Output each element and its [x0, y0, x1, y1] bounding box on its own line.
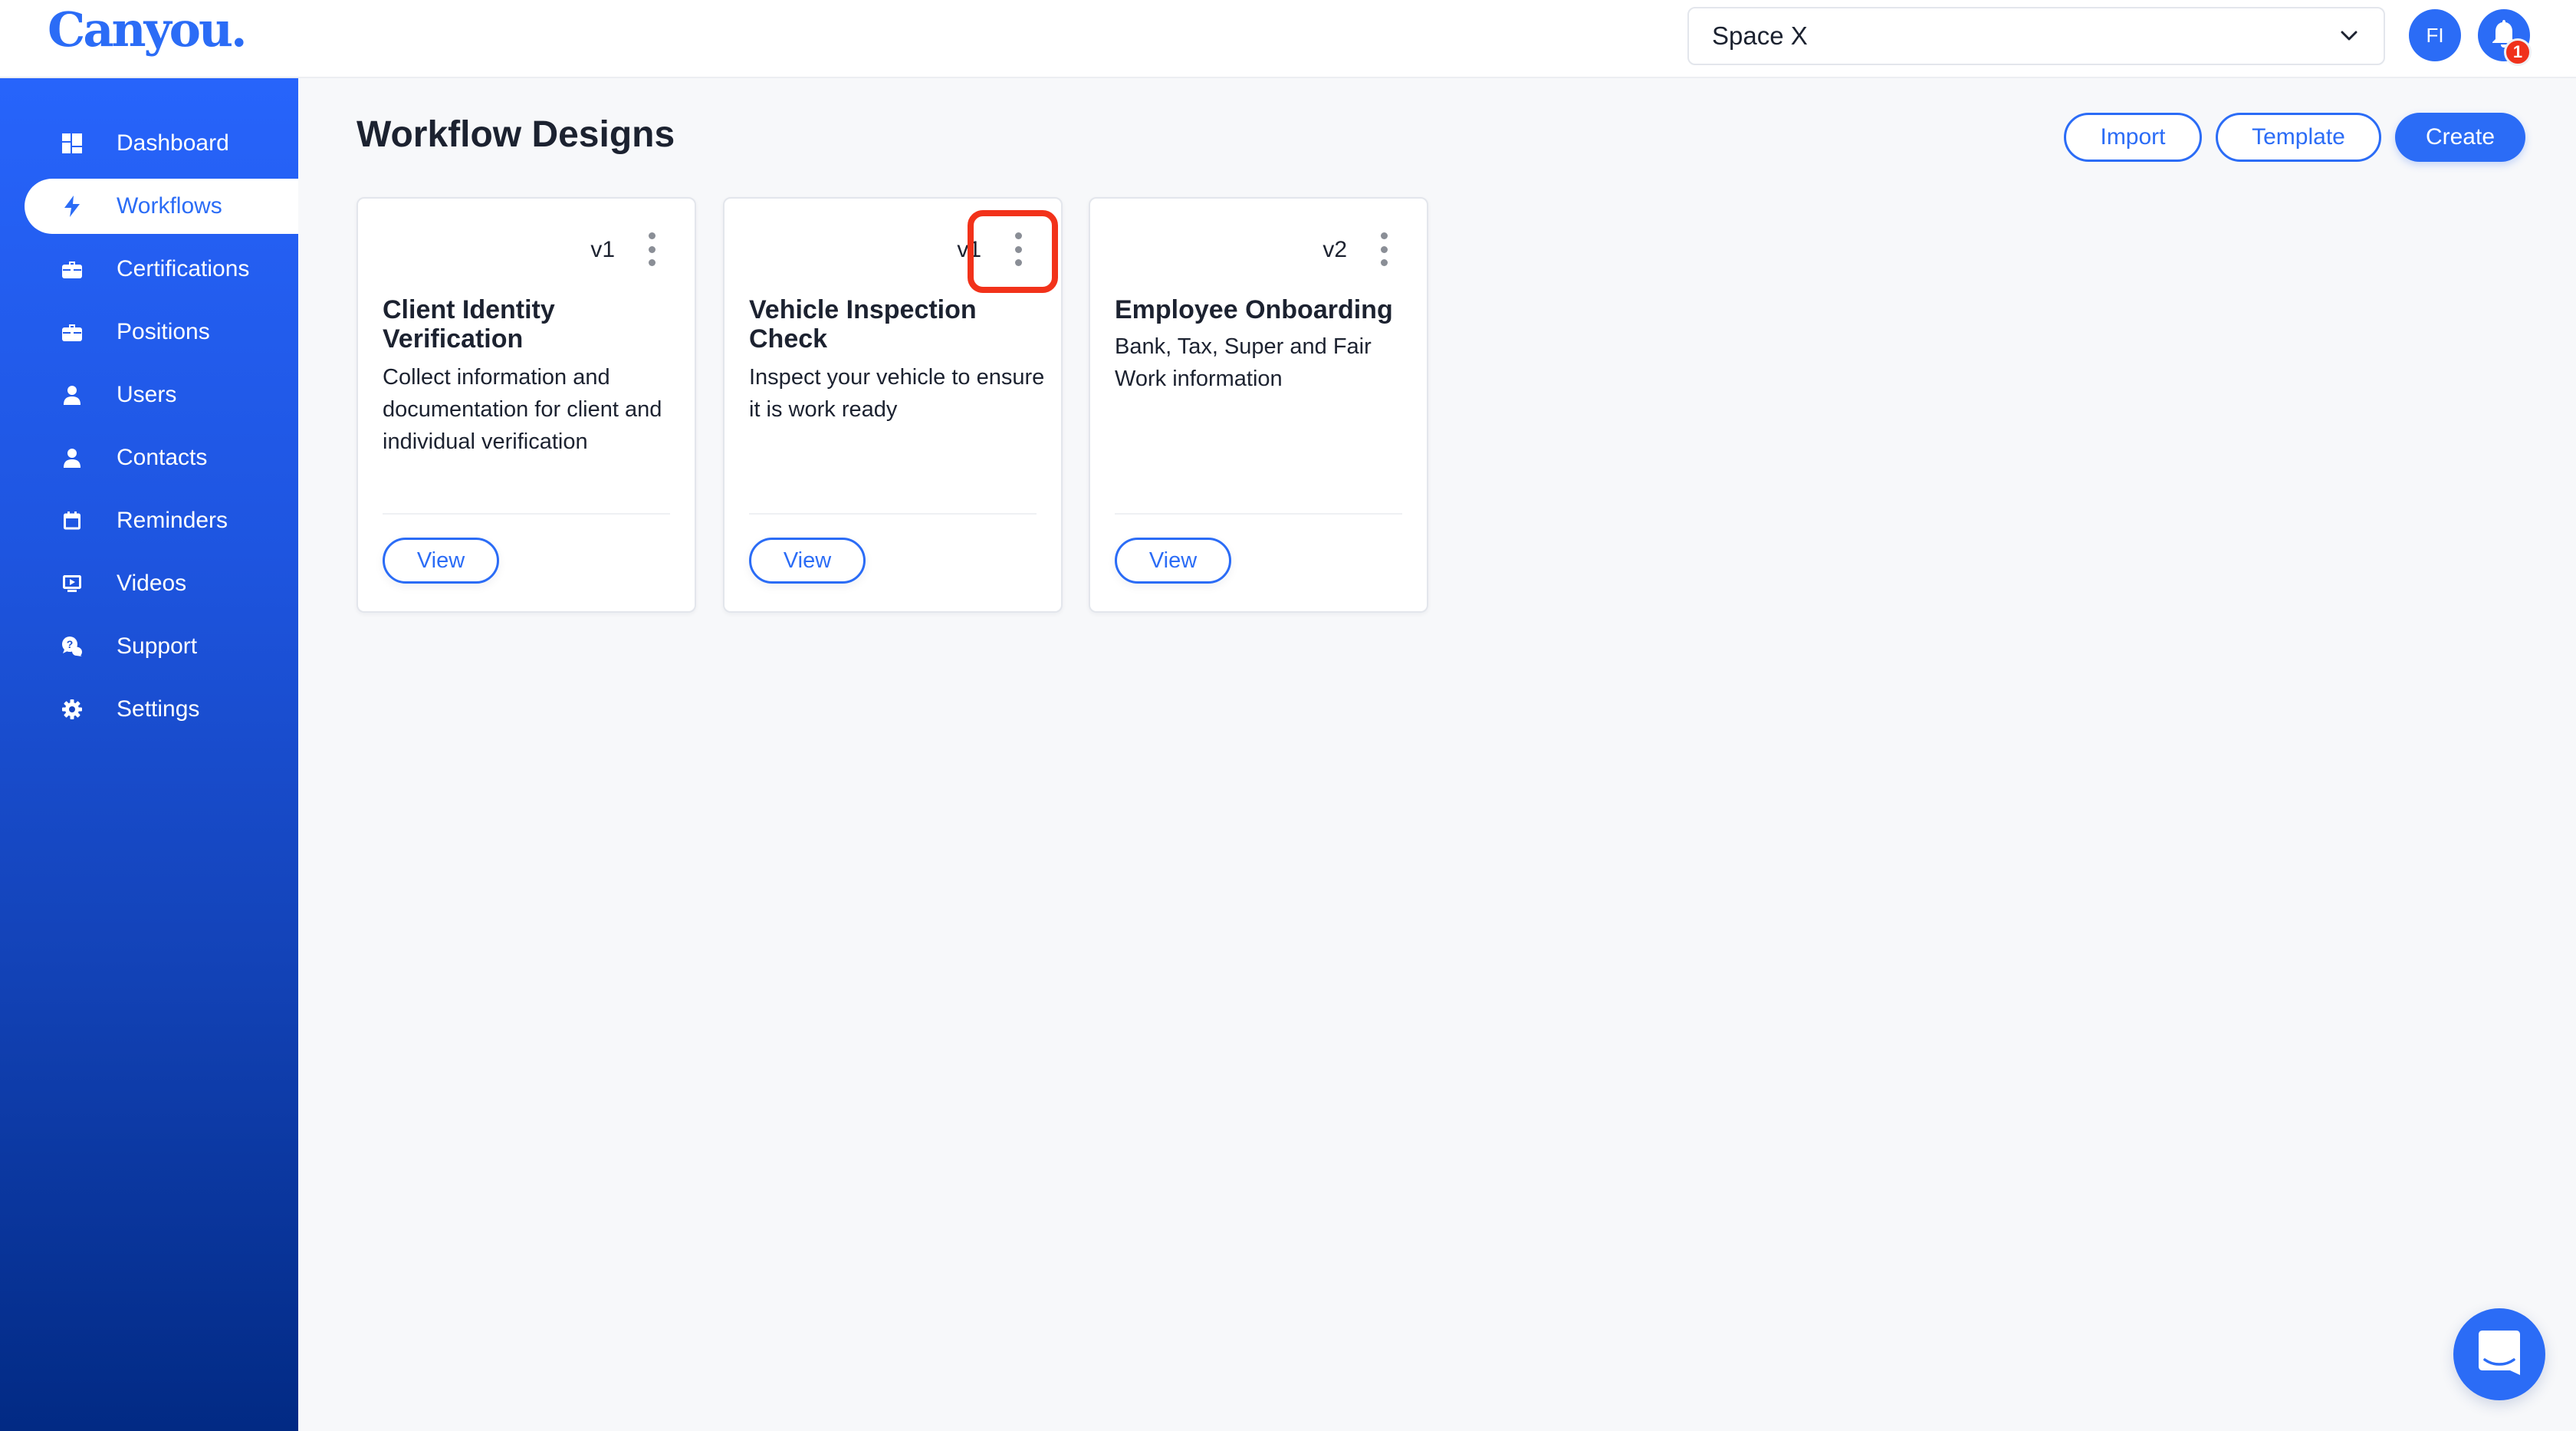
space-select-value: Space X: [1712, 21, 1808, 50]
sidebar-item-positions[interactable]: Positions: [25, 304, 298, 360]
sidebar: Dashboard Workflows Certifications Posit…: [0, 78, 298, 1431]
sidebar-item-label: Dashboard: [117, 130, 229, 156]
user-avatar[interactable]: FI: [2409, 9, 2461, 61]
sidebar-item-contacts[interactable]: Contacts: [25, 430, 298, 485]
import-button[interactable]: Import: [2064, 113, 2202, 162]
space-select-dropdown[interactable]: Space X: [1687, 7, 2385, 65]
sidebar-item-label: Certifications: [117, 256, 250, 281]
create-button[interactable]: Create: [2395, 113, 2525, 162]
card-divider: [1115, 513, 1402, 515]
more-options-icon[interactable]: [644, 232, 659, 266]
version-label: v1: [590, 237, 615, 262]
card-description: Inspect your vehicle to ensure it is wor…: [749, 365, 1045, 422]
notification-count-badge: 1: [2504, 38, 2532, 66]
sidebar-item-label: Settings: [117, 696, 200, 722]
card-title: Vehicle Inspection Check: [749, 295, 977, 354]
sidebar-item-certifications[interactable]: Certifications: [25, 242, 298, 297]
chat-widget-button[interactable]: [2453, 1308, 2545, 1400]
svg-text:?: ?: [67, 638, 74, 650]
sidebar-item-dashboard[interactable]: Dashboard: [25, 116, 298, 171]
template-button[interactable]: Template: [2216, 113, 2381, 162]
workflow-card: v1 Client Identity Verification Collect …: [356, 197, 696, 613]
chevron-down-icon: [2338, 25, 2361, 48]
sidebar-item-settings[interactable]: Settings: [25, 682, 298, 737]
lightning-icon: [61, 196, 83, 217]
user-icon: [61, 447, 83, 469]
sidebar-item-label: Videos: [117, 571, 187, 596]
sidebar-item-label: Support: [117, 633, 198, 659]
sidebar-item-label: Users: [117, 382, 177, 407]
more-options-icon[interactable]: [1376, 232, 1392, 266]
chat-icon: [2478, 1329, 2521, 1380]
sidebar-item-label: Contacts: [117, 445, 208, 470]
user-icon: [61, 384, 83, 406]
top-header: Canyou. Space X FI 1: [0, 0, 2576, 78]
card-description: Collect information and documentation fo…: [383, 365, 662, 454]
video-icon: [61, 573, 83, 594]
briefcase-icon: [61, 321, 83, 343]
card-title: Employee Onboarding: [1115, 295, 1393, 324]
sidebar-item-support[interactable]: ? Support: [25, 619, 298, 674]
dashboard-icon: [61, 133, 83, 154]
calendar-icon: [61, 510, 83, 531]
card-divider: [383, 513, 670, 515]
view-button[interactable]: View: [749, 538, 866, 584]
card-title: Client Identity Verification: [383, 295, 555, 354]
support-chat-icon: ?: [61, 636, 83, 657]
card-divider: [749, 513, 1037, 515]
sidebar-item-label: Reminders: [117, 508, 228, 533]
version-label: v1: [957, 237, 981, 262]
sidebar-item-users[interactable]: Users: [25, 367, 298, 423]
workflow-card: v1 Vehicle Inspection Check Inspect your…: [723, 197, 1063, 613]
briefcase-icon: [61, 258, 83, 280]
card-description: Bank, Tax, Super and Fair Work informati…: [1115, 334, 1372, 391]
sidebar-item-label: Workflows: [117, 193, 222, 219]
more-options-icon[interactable]: [1010, 232, 1026, 266]
gear-icon: [61, 699, 83, 720]
sidebar-item-workflows[interactable]: Workflows: [25, 179, 298, 234]
sidebar-item-videos[interactable]: Videos: [25, 556, 298, 611]
version-label: v2: [1322, 237, 1347, 262]
app-logo[interactable]: Canyou.: [48, 2, 248, 58]
sidebar-item-label: Positions: [117, 319, 210, 344]
view-button[interactable]: View: [1115, 538, 1231, 584]
page-title: Workflow Designs: [356, 114, 675, 155]
sidebar-item-reminders[interactable]: Reminders: [25, 493, 298, 548]
workflow-card: v2 Employee Onboarding Bank, Tax, Super …: [1089, 197, 1428, 613]
view-button[interactable]: View: [383, 538, 499, 584]
